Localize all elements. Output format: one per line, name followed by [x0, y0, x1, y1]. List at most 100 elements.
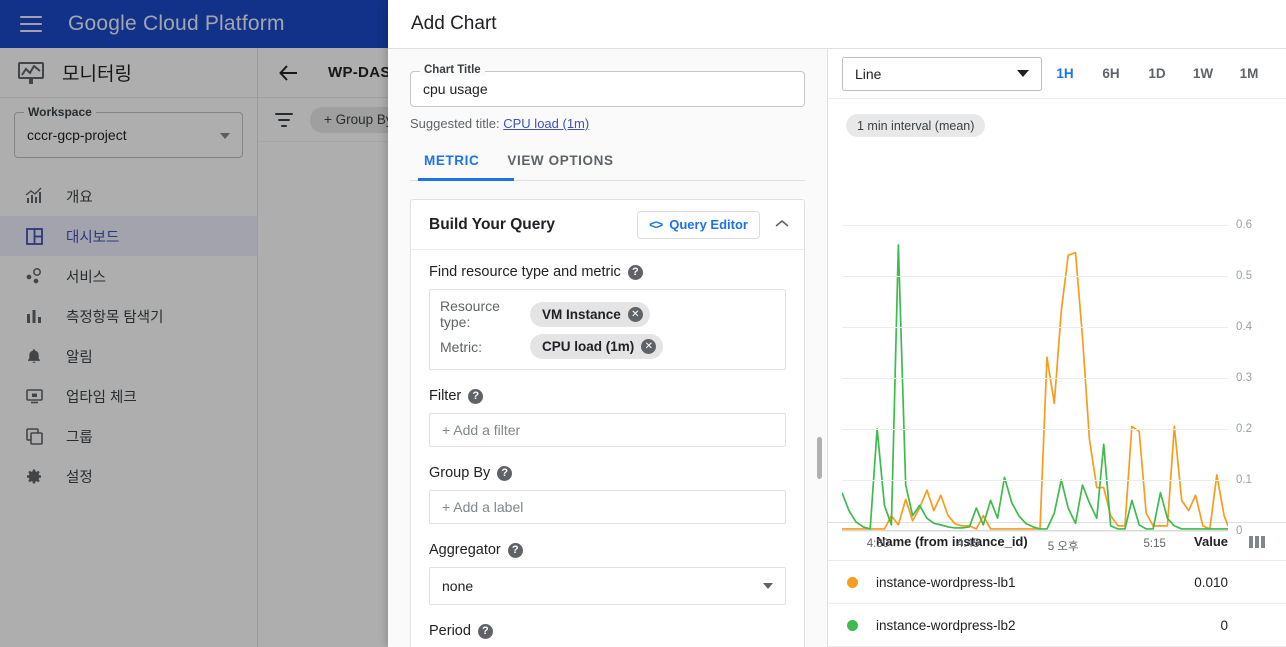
help-icon[interactable]: ? [627, 264, 643, 280]
chevron-down-icon[interactable] [763, 583, 773, 589]
resource-type-chip[interactable]: VM Instance ✕ [530, 301, 650, 327]
metric-form-column: Chart Title cpu usage Suggested title: C… [388, 49, 828, 647]
metric-key: Metric: [440, 338, 482, 355]
group-by-input[interactable]: + Add a label [429, 490, 786, 524]
sidebar-item-overview[interactable]: 개요 [0, 176, 257, 216]
legend-row[interactable]: instance-wordpress-lb1 0.010 [828, 561, 1286, 604]
sidebar-item-label: 서비스 [66, 269, 107, 286]
groups-icon [22, 424, 46, 448]
series-color-swatch [828, 619, 876, 631]
chart-type-value: Line [855, 65, 882, 82]
y-axis-tick-label: 0.4 [1236, 320, 1252, 333]
filter-icon[interactable] [274, 112, 294, 127]
time-range-1d[interactable]: 1D [1134, 66, 1180, 81]
gridline [842, 531, 1228, 532]
help-icon[interactable]: ? [468, 388, 484, 404]
x-axis-tick-label: 4:30 [866, 538, 890, 550]
y-axis-tick-label: 0.6 [1236, 218, 1252, 231]
sidebar-item-settings[interactable]: 설정 [0, 456, 257, 496]
tab-view-options[interactable]: VIEW OPTIONS [493, 153, 627, 180]
y-axis-tick-label: 0.5 [1236, 269, 1252, 282]
metric-chip[interactable]: CPU load (1m) ✕ [530, 334, 664, 359]
legend-row[interactable]: instance-wordpress-lb2 0 [828, 604, 1286, 647]
chevron-up-icon[interactable] [774, 216, 790, 234]
help-icon[interactable]: ? [477, 623, 493, 639]
dialog-title: Add Chart [411, 13, 497, 34]
uptime-check-icon [22, 384, 46, 408]
monitoring-sidebar: 모니터링 Workspace cccr-gcp-project 개요 대시보드 … [0, 48, 258, 647]
series-color-swatch [828, 576, 876, 588]
workspace-value: cccr-gcp-project [27, 127, 127, 143]
gridline [842, 377, 1228, 379]
scrollbar-thumb[interactable] [817, 437, 822, 479]
sidebar-item-uptime-checks[interactable]: 업타임 체크 [0, 376, 257, 416]
chevron-down-icon[interactable] [220, 133, 230, 139]
suggested-title-row: Suggested title: CPU load (1m) [410, 116, 805, 131]
sidebar-item-dashboards[interactable]: 대시보드 [0, 216, 257, 256]
series-value: 0 [1220, 617, 1228, 633]
help-icon[interactable]: ? [507, 542, 523, 558]
remove-chip-icon[interactable]: ✕ [641, 339, 657, 354]
column-options-icon[interactable] [1228, 535, 1286, 548]
time-range-1h[interactable]: 1H [1042, 66, 1088, 81]
aggregator-group: Aggregator ? none [429, 542, 786, 605]
legend-name-header: Name (from instance_id) [876, 534, 1028, 549]
sidebar-item-label: 업타임 체크 [66, 389, 137, 406]
group-by-label-row: Group By ? [429, 465, 786, 481]
sidebar-item-alerting[interactable]: 알림 [0, 336, 257, 376]
chart-type-select[interactable]: Line [842, 56, 1042, 91]
form-scrollbar[interactable] [815, 49, 824, 647]
chart-title-input[interactable]: Chart Title cpu usage [410, 64, 805, 107]
line-chart[interactable]: 0 0.1 0.2 0.3 0.4 0.5 0.6 4:30 4:45 5 오후 5:15 [842, 199, 1252, 553]
resource-type-value: VM Instance [542, 306, 621, 322]
sidebar-item-metrics-explorer[interactable]: 측정항목 탐색기 [0, 296, 257, 336]
chart-preview-column: Line 1H 6H 1D 1W 1M 1 min interval (mean… [828, 49, 1286, 647]
x-axis-tick-label: 5:15 [1143, 538, 1166, 550]
gridline [842, 428, 1228, 430]
workspace-selector[interactable]: Workspace cccr-gcp-project [14, 105, 243, 158]
resource-metric-box[interactable]: Resource type: VM Instance ✕ Metric: CPU… [429, 289, 786, 370]
gear-icon [22, 464, 46, 488]
sidebar-item-services[interactable]: 서비스 [0, 256, 257, 296]
back-arrow-icon[interactable] [278, 62, 300, 84]
help-icon[interactable]: ? [497, 465, 513, 481]
group-by-group: Group By ? + Add a label [429, 465, 786, 524]
aggregator-select[interactable]: none [429, 567, 786, 605]
chart-line-icon [22, 184, 46, 208]
filter-input[interactable]: + Add a filter [429, 413, 786, 447]
sidebar-item-label: 설정 [66, 469, 93, 486]
period-group: Period ? [429, 623, 786, 639]
sidebar-item-label: 측정항목 탐색기 [66, 309, 164, 326]
time-range-6h[interactable]: 6H [1088, 66, 1134, 81]
period-label-row: Period ? [429, 623, 786, 639]
x-axis-tick-label: 4:45 [957, 538, 980, 550]
remove-chip-icon[interactable]: ✕ [627, 306, 643, 322]
bar-chart-icon [22, 304, 46, 328]
build-query-header: Build Your Query <> Query Editor [411, 200, 804, 250]
time-range-1w[interactable]: 1W [1180, 66, 1226, 81]
y-axis-tick-label: 0.3 [1236, 371, 1252, 384]
tab-metric[interactable]: METRIC [410, 153, 493, 180]
hamburger-icon[interactable] [20, 16, 42, 32]
interval-chip: 1 min interval (mean) [846, 114, 986, 137]
time-range-1m[interactable]: 1M [1226, 66, 1272, 81]
sidebar-item-label: 그룹 [66, 429, 93, 446]
active-tab-indicator [418, 178, 514, 181]
find-resource-label: Find resource type and metric [429, 264, 621, 280]
sidebar-item-label: 대시보드 [66, 229, 120, 246]
dialog-header: Add Chart [388, 0, 1286, 49]
build-query-card: Build Your Query <> Query Editor Find re… [410, 199, 805, 647]
build-query-heading: Build Your Query [429, 215, 556, 233]
chevron-down-icon[interactable] [1017, 70, 1029, 77]
query-editor-button[interactable]: <> Query Editor [637, 210, 760, 239]
y-axis-tick-label: 0.1 [1236, 473, 1252, 486]
add-chart-dialog: Add Chart Chart Title cpu usage Suggeste… [388, 0, 1286, 647]
legend-value-header: Value [1194, 534, 1228, 549]
gcp-brand-title: Google Cloud Platform [68, 12, 285, 35]
y-axis-tick-label: 0.2 [1236, 422, 1252, 435]
y-axis-tick-label: 0 [1236, 525, 1243, 537]
filter-label-row: Filter ? [429, 388, 786, 404]
sidebar-item-groups[interactable]: 그룹 [0, 416, 257, 456]
suggested-title-link[interactable]: CPU load (1m) [503, 116, 589, 131]
query-editor-label: Query Editor [669, 217, 748, 232]
